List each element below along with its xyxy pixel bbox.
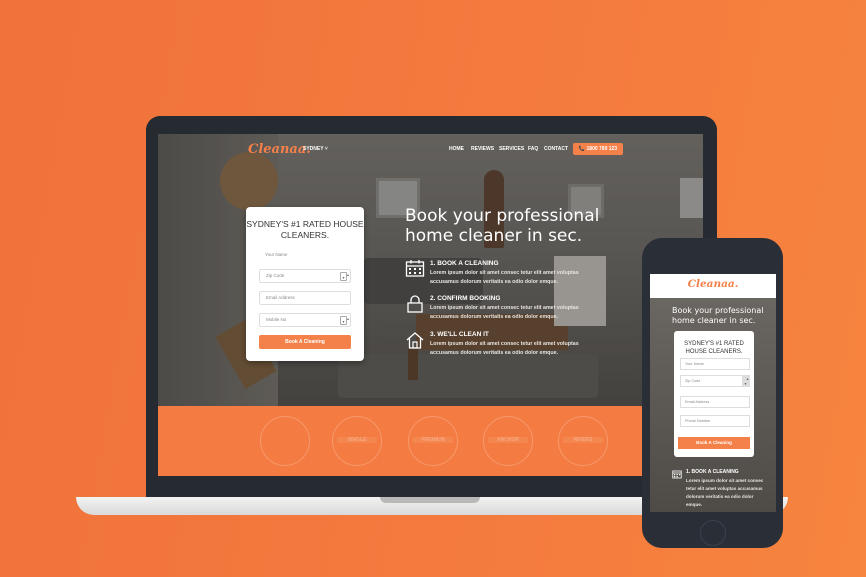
step-2-title: 2. CONFIRM BOOKING bbox=[430, 295, 501, 302]
badge-label: RIVERS bbox=[563, 437, 603, 443]
partner-badge: PREMIUM bbox=[408, 416, 458, 466]
email-field[interactable]: Email Address bbox=[259, 291, 351, 305]
phone-frame: Cleanaa. Book your professional home cle… bbox=[642, 238, 783, 548]
badge-label: SINGLE bbox=[337, 437, 377, 443]
step-1-text: Lorem ipsum dolor sit amet consec tetur … bbox=[430, 270, 579, 285]
phone-header: Cleanaa. bbox=[650, 274, 776, 298]
badge-label: PREMIUM bbox=[413, 437, 453, 443]
step-1-title: 1. BOOK A CLEANING bbox=[430, 260, 499, 267]
home-icon bbox=[406, 332, 424, 349]
phone-zip-placeholder: Zip Code bbox=[685, 379, 701, 383]
book-cleaning-button[interactable]: Book A Cleaning bbox=[259, 335, 351, 349]
laptop-notch bbox=[380, 497, 480, 503]
badge-label: ANCHOR bbox=[488, 437, 528, 443]
phone-site-logo[interactable]: Cleanaa. bbox=[650, 278, 776, 290]
zip-field-placeholder: Zip Code bbox=[266, 273, 285, 278]
step-2-text: Lorem ipsum dolor sit amet consec tetur … bbox=[430, 305, 579, 320]
booking-form: SYDNEY'S #1 RATED HOUSE CLEANERS. Your N… bbox=[246, 207, 364, 361]
form-title: SYDNEY'S #1 RATED HOUSE CLEANERS. bbox=[246, 219, 364, 240]
nav-services[interactable]: SERVICES bbox=[499, 146, 524, 152]
phone-home-button bbox=[700, 520, 726, 546]
lock-icon bbox=[407, 295, 423, 313]
step-3-text: Lorem ipsum dolor sit amet consec tetur … bbox=[430, 341, 579, 356]
phone-form-title: SYDNEY'S #1 RATED HOUSE CLEANERS. bbox=[684, 341, 744, 355]
hero-title: Book your professional home cleaner in s… bbox=[405, 206, 600, 246]
calendar-icon bbox=[405, 260, 425, 277]
site-logo[interactable]: Cleanaa. bbox=[248, 142, 311, 157]
partner-badge bbox=[260, 416, 310, 466]
partner-badge: ANCHOR bbox=[483, 416, 533, 466]
phone-number-field[interactable]: Phone Number bbox=[680, 415, 750, 427]
phone-zip-field[interactable]: Zip Code ▴ ▾ bbox=[680, 375, 750, 387]
phone-step-1-text: Lorem ipsum dolor sit amet consec tetur … bbox=[686, 478, 764, 507]
city-selector[interactable]: SYDNEY ˅ bbox=[303, 146, 328, 152]
laptop-screen: Cleanaa. SYDNEY ˅ HOME REVIEWS SERVICES … bbox=[158, 134, 703, 476]
phone-booking-form: SYDNEY'S #1 RATED HOUSE CLEANERS. Your N… bbox=[674, 331, 754, 457]
stepper-icon[interactable]: ▴ ▾ bbox=[340, 316, 349, 325]
mobile-field[interactable]: Mobile No ▴ ▾ bbox=[259, 313, 351, 327]
partner-badge: SINGLE bbox=[332, 416, 382, 466]
partner-logos-band: SINGLE PREMIUM ANCHOR RIVERS bbox=[158, 406, 703, 476]
calendar-icon bbox=[672, 470, 682, 479]
hero-background-photo: Cleanaa. SYDNEY ˅ HOME REVIEWS SERVICES … bbox=[158, 134, 703, 406]
nav-reviews[interactable]: REVIEWS bbox=[471, 146, 494, 152]
name-field[interactable]: Your Name bbox=[259, 249, 349, 261]
phone-email-field[interactable]: Email Address bbox=[680, 396, 750, 408]
nav-home[interactable]: HOME bbox=[449, 146, 464, 152]
phone-screen: Cleanaa. Book your professional home cle… bbox=[650, 274, 776, 512]
phone-step-1-title: 1. BOOK A CLEANING bbox=[686, 469, 739, 475]
partner-badge: RIVERS bbox=[558, 416, 608, 466]
nav-contact[interactable]: CONTACT bbox=[544, 146, 568, 152]
step-3-title: 3. WE'LL CLEAN IT bbox=[430, 331, 489, 338]
phone-hero-title: Book your professional home cleaner in s… bbox=[672, 306, 764, 325]
phone-book-cleaning-button[interactable]: Book A Cleaning bbox=[678, 437, 750, 449]
stepper-icon[interactable]: ▴ ▾ bbox=[340, 272, 349, 281]
phone-button[interactable]: 📞 1800 789 123 bbox=[573, 143, 623, 155]
zip-field[interactable]: Zip Code ▴ ▾ bbox=[259, 269, 351, 283]
nav-faq[interactable]: FAQ bbox=[528, 146, 538, 152]
mobile-field-placeholder: Mobile No bbox=[266, 317, 287, 322]
phone-name-field[interactable]: Your Name bbox=[680, 358, 750, 370]
stepper-icon[interactable]: ▴ ▾ bbox=[742, 376, 749, 386]
